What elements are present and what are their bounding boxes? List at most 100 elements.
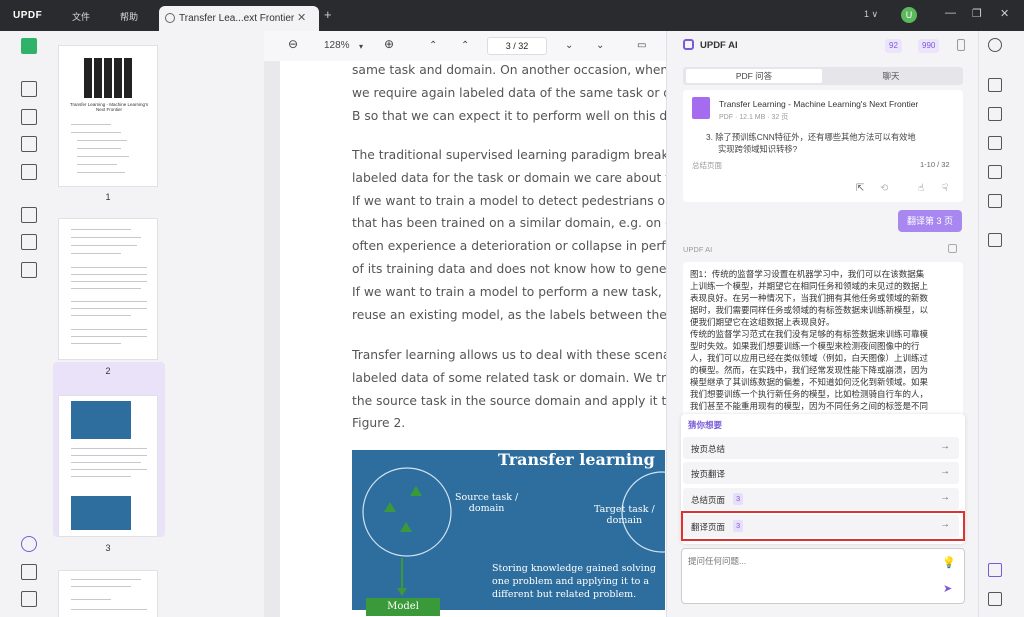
copy-icon[interactable] [948,244,957,253]
summary-range: 1-10 / 32 [920,160,950,169]
summary-label: 总结页面 [692,161,722,170]
minimize-button[interactable]: — [945,7,956,19]
document-tab-icon [165,13,175,23]
left-toolbar [0,31,46,617]
zoom-in-icon[interactable]: ⊕ [384,37,394,51]
answer-line: 图1：传统的监督学习设置在机器学习中，我们可以在该数据集 [690,269,925,279]
prompt-bulb-icon[interactable]: 💡 [942,556,956,569]
paragraph-2: The traditional supervised learning para… [352,148,681,322]
document-tab-title: Transfer Lea...ext Frontier [179,13,295,24]
new-tab-button[interactable]: + [324,7,332,22]
document-card-meta: PDF · 12.1 MB · 32 页 [719,114,789,121]
menu-file[interactable]: 文件 [72,10,90,23]
figure-target-task: Target task / domain [594,504,655,526]
page-number-input[interactable]: 3 / 32 [487,37,547,55]
thumbs-up-icon[interactable]: ☝ [918,183,924,194]
suggested-question: 实现跨领域知识转移? [718,144,798,154]
comment-mode-icon[interactable]: ▭ [637,40,646,51]
answer-line: 据时，我们需要同样任务或领域的有标签数据来训练新模型，以 [690,305,929,315]
refresh-icon[interactable]: ⟲ [880,183,888,194]
share-icon[interactable]: ⇱ [856,183,864,194]
tab-pdf-qa[interactable]: PDF 问答 [686,69,822,83]
close-button[interactable]: ✕ [1000,7,1009,20]
avatar[interactable]: U [901,7,917,23]
window-count-dropdown[interactable]: 1 ∨ [864,9,878,20]
bookmark-icon[interactable] [21,564,37,580]
feedback-icon[interactable] [988,592,1002,606]
answer-line: 便我们期望它在这组数据上表现良好。 [690,317,835,327]
answer-line: 我们甚至不能重用现有的模型，因为不同任务之间的标签是不同 [690,401,929,411]
layers-icon[interactable] [21,536,37,552]
answer-line: 型时失效。如果我们想要训练一个模型来检测夜间图像中的行 [690,341,920,351]
zoom-out-icon[interactable]: ⊖ [288,37,298,51]
title-bar: UPDF 文件 帮助 Transfer Lea...ext Frontier ✕… [0,0,1024,31]
user-message-bubble: 翻译第 3 页 [898,210,962,232]
thumbnail-page-number: 1 [105,192,111,202]
thumbnail-figure [71,496,131,530]
thumbnail-page-4[interactable] [58,570,158,617]
maximize-button[interactable]: ❐ [972,7,982,20]
figure-title: Transfer learning [498,450,655,469]
protect-icon[interactable] [988,136,1002,150]
thumbnail-title: Transfer Learning - Machine Learning's N… [69,102,149,112]
ai-token-badge: 990 [918,39,940,53]
thumbnail-page-1[interactable]: Transfer Learning - Machine Learning's N… [58,45,158,187]
paragraph-3: Transfer learning allows us to deal with… [352,348,676,431]
compress-icon[interactable] [21,262,37,278]
document-tab[interactable]: Transfer Lea...ext Frontier ✕ [159,6,319,31]
attachment-icon[interactable] [21,591,37,607]
pdf-file-icon [692,97,710,119]
send-icon[interactable]: ➤ [943,582,952,595]
pin-icon[interactable] [957,39,965,51]
convert-pdf-icon[interactable] [988,107,1002,121]
updf-ai-icon [683,39,694,50]
ai-panel-title: UPDF AI [700,40,738,51]
last-page-icon[interactable]: ⌄ [596,40,604,51]
zoom-level[interactable]: 128% [324,40,350,51]
answer-line: 人，我们可以应用已经在类似领域（例如，白天图像）上训练过 [690,353,929,363]
arrow-right-icon: → [940,441,950,452]
suggestion-translate-by-page[interactable]: 按页翻译 → [683,462,959,484]
ocr-icon[interactable] [988,78,1002,92]
answer-line: 传统的监督学习范式在我们没有足够的有标签数据来训练可靠模 [690,329,929,339]
tab-chat[interactable]: 聊天 [822,69,960,83]
crop-icon[interactable] [21,234,37,250]
share-file-icon[interactable] [988,165,1002,179]
save-icon[interactable] [988,233,1002,247]
thumbs-down-icon[interactable]: ☟ [942,183,948,194]
next-page-icon[interactable]: ⌄ [565,40,573,51]
thumbnail-page-3[interactable] [58,395,158,537]
figure-model-box: Model [366,598,440,616]
suggestion-summarize-by-page[interactable]: 按页总结 → [683,437,959,459]
ai-credit-badge: 92 [885,39,902,53]
reader-icon[interactable] [21,38,37,54]
ai-question-input[interactable] [688,555,928,567]
email-icon[interactable] [988,194,1002,208]
suggestion-summarize-page[interactable]: 总结页面 3 → [683,488,959,510]
form-icon[interactable] [21,164,37,180]
menu-help[interactable]: 帮助 [120,10,138,23]
document-toolbar: ⊖ 128% ▾ ⊕ ⌃ ⌃ ⌄ ⌄ ▭ [264,31,666,61]
page-tag: 3 [733,493,744,505]
suggestion-title: 猜你想要 [688,420,723,430]
updf-ai-sidebar-icon[interactable] [988,563,1002,577]
thumbnail-page-number: 3 [105,543,111,553]
prev-page-icon[interactable]: ⌃ [461,40,469,51]
document-card-name: Transfer Learning - Machine Learning's N… [719,99,919,109]
search-icon[interactable] [988,38,1002,52]
paragraph-1: same task and domain. On another occasio… [352,63,680,123]
zoom-dropdown-icon[interactable]: ▾ [359,42,363,51]
thumbnail-page-2[interactable] [58,218,158,360]
answer-line: 上训练一个模型，并期望它在相同任务和领域的未见过的数据上 [690,281,929,291]
tab-close-icon[interactable]: ✕ [297,11,306,24]
thumbnail-page-number: 2 [105,366,111,376]
convert-icon[interactable] [21,207,37,223]
first-page-icon[interactable]: ⌃ [429,40,437,51]
updf-app: UPDF 文件 帮助 Transfer Lea...ext Frontier ✕… [0,0,1024,617]
page-organize-icon[interactable] [21,136,37,152]
answer-line: 模型继承了其训练数据的偏差，不知道如何泛化到新领域。如果 [690,377,929,387]
arrow-right-icon: → [940,466,950,477]
comment-icon[interactable] [21,81,37,97]
edit-icon[interactable] [21,109,37,125]
thumbnail-image [84,58,134,98]
